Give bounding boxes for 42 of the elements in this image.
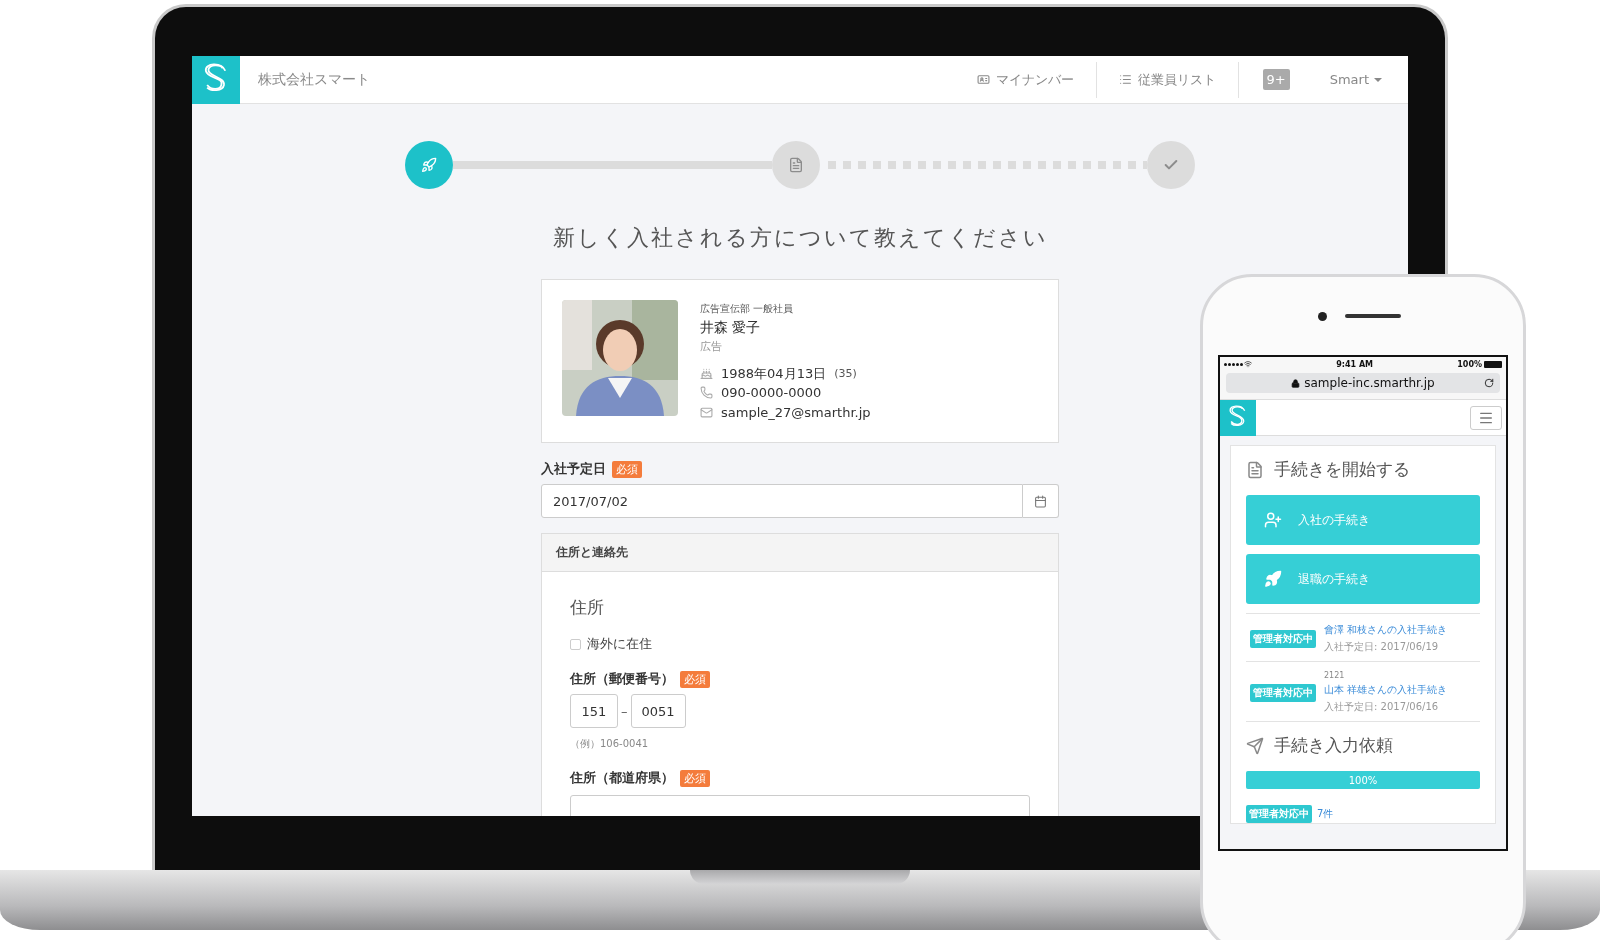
- field-label: 入社予定日: [541, 460, 606, 478]
- hyphen-text: –: [621, 703, 628, 719]
- nav-link[interactable]: 従業員リスト: [1096, 61, 1239, 98]
- team-text: 広告: [700, 339, 723, 354]
- nav-link[interactable]: マイナンバー: [954, 61, 1097, 98]
- card-title: 手続きを開始する: [1274, 458, 1410, 481]
- join-date-text: 入社予定日: 2017/06/19: [1324, 640, 1440, 654]
- company-name: 株式会社スマート: [258, 70, 371, 89]
- employee-name: 井森 愛子: [700, 319, 762, 337]
- procedure-link[interactable]: 會澤 和枝さんの入社手続き: [1324, 623, 1448, 637]
- card-title: 手続き入力依頼: [1274, 734, 1393, 757]
- phone-number: 090-0000-0000: [721, 385, 822, 401]
- notification-badge[interactable]: 9+: [1262, 69, 1290, 90]
- date-field[interactable]: 2017/07/02: [541, 484, 1023, 518]
- status-tag: 管理者対応中: [1250, 629, 1316, 648]
- panel-title: 住所と連絡先: [542, 534, 1058, 572]
- postal-code-field[interactable]: 151: [570, 694, 618, 728]
- battery-text: 100%: [1457, 359, 1482, 369]
- user-menu[interactable]: Smart: [1329, 72, 1382, 87]
- age-text: (35): [834, 367, 857, 381]
- postal-code-field[interactable]: 0051: [630, 694, 686, 728]
- clock-text: 9:41 AM: [1336, 359, 1374, 369]
- status-tag: 管理者対応中: [1250, 683, 1316, 702]
- status-tag: 管理者対応中: [1246, 805, 1312, 823]
- field-label: 住所（都道府県）: [570, 769, 674, 787]
- progress-text: 100%: [1347, 773, 1379, 788]
- required-tag: 必須: [612, 460, 642, 478]
- overseas-checkbox[interactable]: 海外に在住: [570, 635, 1030, 653]
- join-date-text: 入社予定日: 2017/06/16: [1324, 700, 1440, 714]
- email-address: sample_27@smarthr.jp: [721, 404, 871, 420]
- address-bar[interactable]: sample-inc.smarthr.jp: [1226, 373, 1500, 393]
- required-tag: 必須: [680, 670, 710, 688]
- employee-code: 2121: [1324, 671, 1346, 680]
- count-link[interactable]: 7件: [1317, 807, 1334, 821]
- field-label: 住所（郵便番号）: [570, 670, 674, 688]
- page-heading: 新しく入社される方について教えてください: [552, 224, 1048, 252]
- required-tag: 必須: [680, 769, 710, 787]
- section-heading: 住所: [570, 596, 605, 619]
- birthday-text: 1988年04月13日: [721, 364, 827, 383]
- department-text: 広告宣伝部 一般社員: [700, 302, 795, 316]
- procedure-link[interactable]: 山本 祥雄さんの入社手続き: [1324, 683, 1448, 697]
- example-hint: （例）106-0041: [570, 737, 650, 751]
